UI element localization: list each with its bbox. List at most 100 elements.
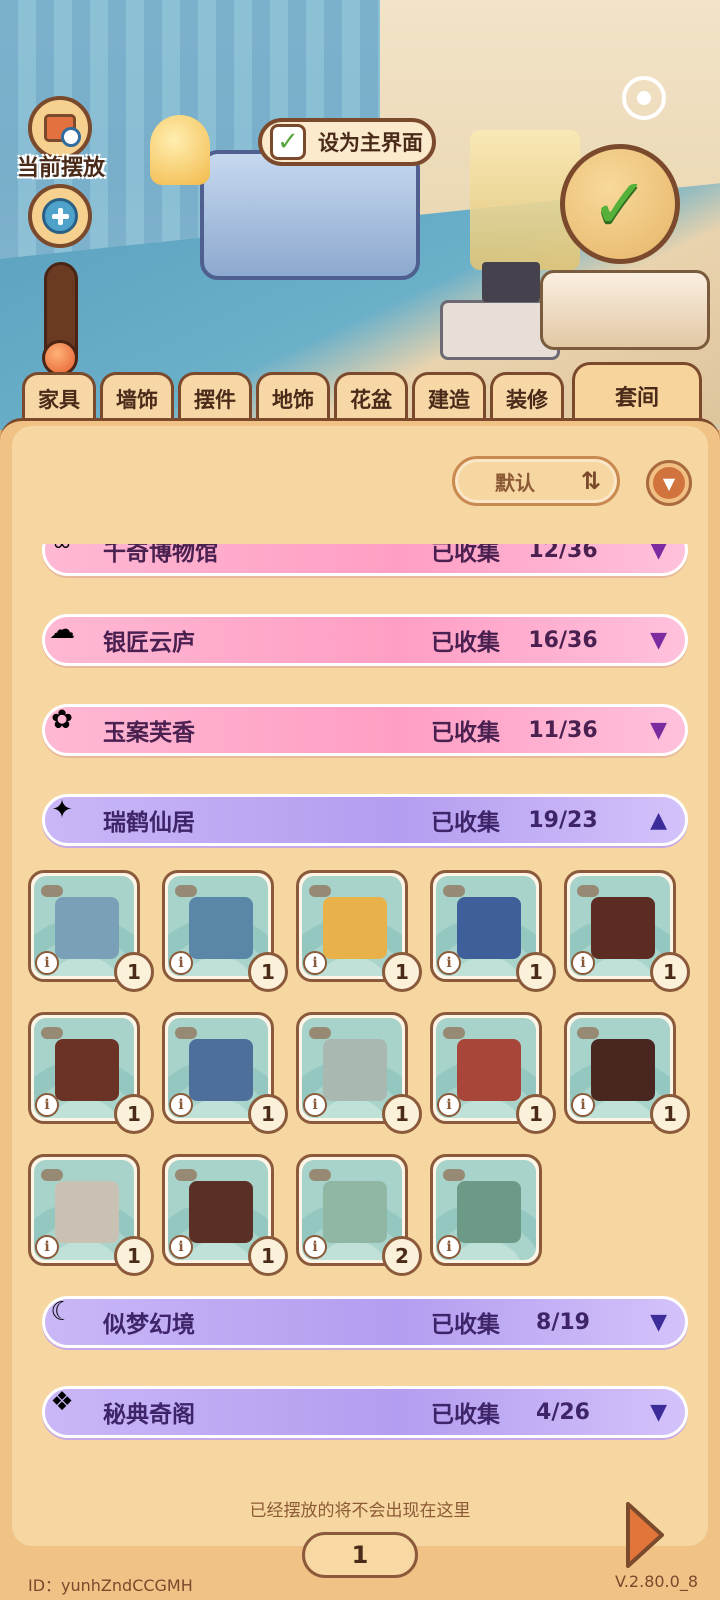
suite-collected-label: 已收集 (431, 1402, 500, 1428)
furniture-item-card[interactable]: i1 (430, 1012, 556, 1134)
info-icon[interactable]: i (437, 951, 461, 975)
item-quantity-badge: 1 (248, 1236, 288, 1276)
checkmark-icon: ✓ (590, 163, 650, 245)
item-quantity-badge: 1 (382, 1094, 422, 1134)
info-icon[interactable]: i (437, 1093, 461, 1117)
triangle-down-icon[interactable]: ▼ (650, 1310, 667, 1335)
sort-button[interactable]: 默认 ⇅ (452, 456, 620, 506)
furniture-item-card[interactable]: i1 (162, 1154, 288, 1276)
info-icon[interactable]: i (303, 951, 327, 975)
bird-sticker-icon (577, 885, 599, 897)
suite-collected-label: 已收集 (431, 544, 500, 566)
rosewood-chair-icon (55, 1039, 119, 1101)
room-bed-right[interactable] (540, 270, 710, 350)
crane-rug-icon (55, 897, 119, 959)
set-main-screen-label: 设为主界面 (318, 131, 423, 155)
tab-5[interactable]: 建造 (412, 372, 486, 422)
display-shelf-icon (591, 1039, 655, 1101)
bird-sticker-icon (443, 885, 465, 897)
info-icon[interactable]: i (303, 1235, 327, 1259)
suite-row[interactable]: ☁ 银匠云庐 已收集 16/36 ▼ (42, 614, 688, 666)
tab-3[interactable]: 地饰 (256, 372, 330, 422)
room-jellyfish-lamp[interactable] (150, 115, 210, 185)
item-quantity-badge: 1 (650, 952, 690, 992)
suite-row[interactable]: ✦ 瑞鹤仙居 已收集 19/23 ▲ (42, 794, 688, 846)
item-quantity-badge: 1 (382, 952, 422, 992)
furniture-item-card[interactable]: i1 (296, 870, 422, 992)
furniture-item-card[interactable]: i1 (28, 870, 154, 992)
chevron-down-icon: ▼ (653, 467, 685, 499)
silver-cloud-icon: ☁ (49, 615, 75, 645)
item-quantity-badge: 1 (516, 1094, 556, 1134)
suite-collected-count: 8/19 (536, 1309, 590, 1335)
triangle-down-icon[interactable]: ▼ (650, 718, 667, 743)
suite-item-grid: i1i1i1i1i1i1i1i1i1i1i1i1i2i (28, 870, 708, 1276)
suite-row[interactable]: ❖ 秘典奇阁 已收集 4/26 ▼ (42, 1386, 688, 1438)
bird-sticker-icon (41, 1027, 63, 1039)
room-bed[interactable] (200, 150, 420, 280)
suite-list[interactable]: ❀千奇博物馆已收集12/36▼☁银匠云庐已收集16/36▼✿玉案芙香已收集11/… (12, 544, 708, 1494)
add-button[interactable] (28, 184, 92, 248)
suite-collected-count: 19/23 (528, 807, 598, 833)
furniture-item-card[interactable]: i (430, 1154, 542, 1266)
furniture-item-card[interactable]: i1 (28, 1154, 154, 1276)
furniture-item-card[interactable]: i1 (564, 1012, 690, 1134)
lattice-screen-icon (189, 1181, 253, 1243)
info-icon[interactable]: i (571, 951, 595, 975)
tab-2[interactable]: 摆件 (178, 372, 252, 422)
suite-collected-count: 16/36 (528, 627, 598, 653)
magnifier-icon (44, 114, 81, 147)
info-icon[interactable]: i (169, 951, 193, 975)
suite-row[interactable]: ☾ 似梦幻境 已收集 8/19 ▼ (42, 1296, 688, 1348)
next-page-button[interactable] (622, 1500, 666, 1570)
info-icon[interactable]: i (303, 1093, 327, 1117)
crane-statue-icon (55, 1181, 119, 1243)
furniture-item-card[interactable]: i2 (296, 1154, 422, 1276)
suite-name: 秘典奇阁 (103, 1402, 195, 1428)
settings-icon[interactable] (622, 76, 666, 120)
tab-1[interactable]: 墙饰 (100, 372, 174, 422)
info-icon[interactable]: i (35, 1235, 59, 1259)
bird-sticker-icon (309, 1027, 331, 1039)
info-icon[interactable]: i (437, 1235, 461, 1259)
bird-sticker-icon (175, 885, 197, 897)
info-icon[interactable]: i (169, 1235, 193, 1259)
room-monitor[interactable] (482, 262, 540, 302)
crane-icon: ✦ (51, 795, 73, 825)
tab-suites[interactable]: 套间 (572, 362, 702, 426)
filter-dropdown-button[interactable]: ▼ (646, 460, 692, 506)
page-indicator[interactable]: 1 (302, 1532, 418, 1578)
triangle-down-icon[interactable]: ▼ (650, 544, 667, 563)
suite-name: 似梦幻境 (103, 1312, 195, 1338)
suite-collected-count: 11/36 (528, 717, 598, 743)
triangle-up-icon[interactable]: ▲ (650, 808, 667, 833)
suite-row[interactable]: ❀ 千奇博物馆 已收集 12/36 ▼ (42, 544, 688, 576)
furniture-item-card[interactable]: i1 (28, 1012, 154, 1134)
furniture-item-card[interactable]: i1 (564, 870, 690, 992)
suite-collected-count: 12/36 (528, 544, 598, 563)
furniture-item-card[interactable]: i1 (296, 1012, 422, 1134)
item-quantity-badge: 1 (114, 1236, 154, 1276)
tab-6[interactable]: 装修 (490, 372, 564, 422)
confirm-button[interactable]: ✓ (560, 144, 680, 264)
suite-collected-label: 已收集 (431, 630, 500, 656)
furniture-item-card[interactable]: i1 (430, 870, 556, 992)
set-main-screen-button[interactable]: ✓ 设为主界面 (258, 118, 436, 166)
bird-sticker-icon (41, 885, 63, 897)
furniture-item-card[interactable]: i1 (162, 870, 288, 992)
sort-label: 默认 (495, 470, 535, 495)
furniture-item-card[interactable]: i1 (162, 1012, 288, 1134)
info-icon[interactable]: i (169, 1093, 193, 1117)
bird-sticker-icon (443, 1027, 465, 1039)
info-icon[interactable]: i (35, 951, 59, 975)
info-icon[interactable]: i (571, 1093, 595, 1117)
tab-4[interactable]: 花盆 (334, 372, 408, 422)
canopy-bed-icon (457, 1039, 521, 1101)
bird-sticker-icon (41, 1169, 63, 1181)
triangle-down-icon[interactable]: ▼ (650, 628, 667, 653)
crane-staff-icon (189, 897, 253, 959)
triangle-down-icon[interactable]: ▼ (650, 1400, 667, 1425)
info-icon[interactable]: i (35, 1093, 59, 1117)
suite-row[interactable]: ✿ 玉案芙香 已收集 11/36 ▼ (42, 704, 688, 756)
tab-0[interactable]: 家具 (22, 372, 96, 422)
